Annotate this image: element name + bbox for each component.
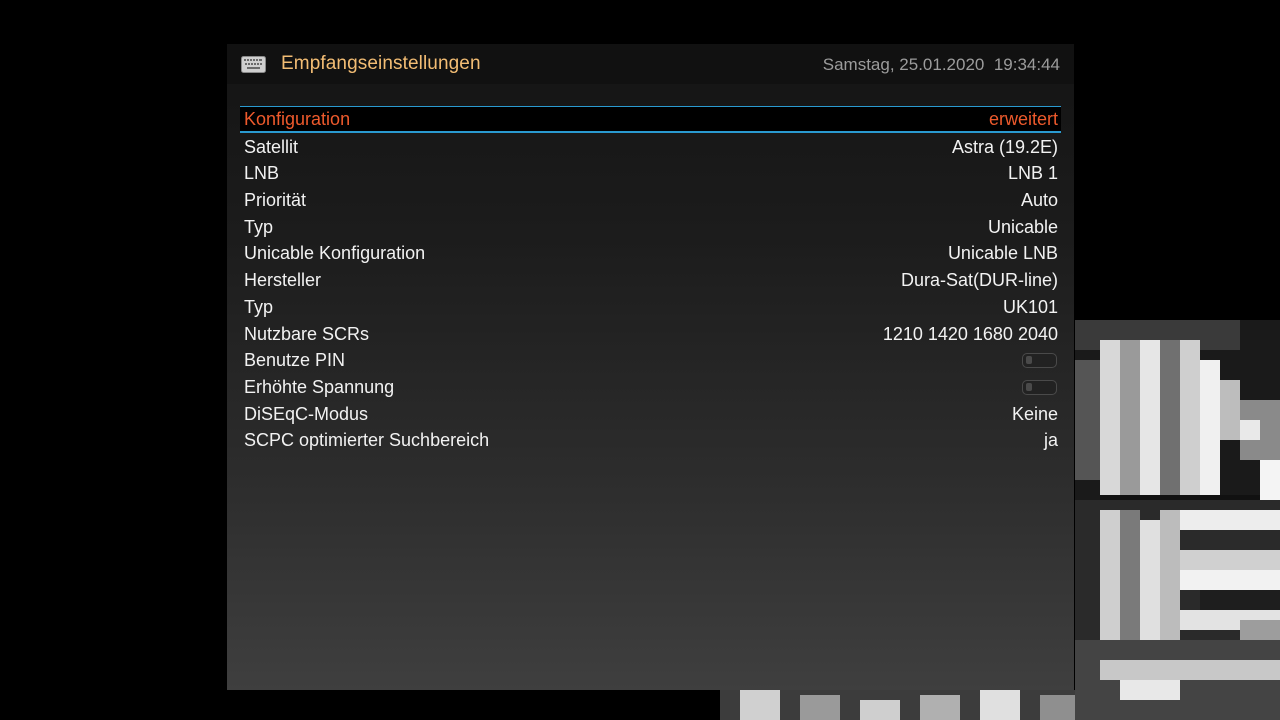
clock-datetime: Samstag, 25.01.2020 19:34:44 [822, 55, 1060, 74]
settings-row[interactable]: DiSEqC-Modus Keine [240, 401, 1061, 428]
tv-screen: Empfangseinstellungen Samstag, 25.01.202… [0, 0, 1280, 720]
setting-label: Priorität [244, 190, 307, 211]
setting-label: Erhöhte Spannung [244, 376, 395, 397]
setting-label: Typ [244, 296, 274, 317]
settings-window: Empfangseinstellungen Samstag, 25.01.202… [227, 44, 1074, 690]
setting-label: SCPC optimierter Suchbereich [244, 430, 490, 451]
settings-list: Konfiguration erweitert Satellit Astra (19.… [240, 106, 1061, 454]
toggle-switch[interactable] [1022, 379, 1057, 395]
window-title: Empfangseinstellungen [281, 53, 481, 74]
setting-value: Auto [1020, 190, 1058, 211]
setting-value: UK101 [1002, 296, 1058, 317]
title-bar: Empfangseinstellungen Samstag, 25.01.202… [227, 44, 1074, 84]
setting-label: Konfiguration [244, 109, 351, 129]
setting-value: Dura-Sat(DUR-line) [900, 270, 1058, 291]
settings-row[interactable]: Erhöhte Spannung [240, 374, 1061, 401]
setting-label: Hersteller [244, 270, 322, 291]
setting-value: Keine [1011, 403, 1058, 424]
settings-row[interactable]: Priorität Auto [240, 187, 1061, 214]
setting-value: Astra (19.2E) [951, 136, 1058, 157]
settings-row[interactable]: Benutze PIN [240, 347, 1061, 374]
settings-row[interactable]: LNB LNB 1 [240, 160, 1061, 187]
settings-row[interactable]: Hersteller Dura-Sat(DUR-line) [240, 267, 1061, 294]
setting-value: ja [1043, 430, 1058, 451]
toggle-switch[interactable] [1022, 353, 1057, 369]
setting-value: erweitert [988, 109, 1058, 129]
settings-row[interactable]: Typ UK101 [240, 294, 1061, 321]
settings-row[interactable]: Typ Unicable [240, 214, 1061, 241]
keyboard-icon [241, 56, 266, 73]
setting-value: LNB 1 [1007, 163, 1058, 184]
setting-label: Satellit [244, 136, 299, 157]
setting-label: Nutzbare SCRs [244, 323, 370, 344]
settings-row[interactable]: Konfiguration erweitert [240, 106, 1061, 133]
toggle-knob [1026, 382, 1032, 391]
setting-label: Typ [244, 216, 274, 237]
settings-row[interactable]: Unicable Konfiguration Unicable LNB [240, 240, 1061, 267]
settings-row[interactable]: Nutzbare SCRs 1210 1420 1680 2040 [240, 321, 1061, 348]
setting-value: Unicable LNB [947, 243, 1058, 264]
settings-row[interactable]: Satellit Astra (19.2E) [240, 134, 1061, 161]
setting-value: 1210 1420 1680 2040 [882, 323, 1058, 344]
setting-label: LNB [244, 163, 280, 184]
toggle-knob [1026, 356, 1032, 365]
setting-label: Benutze PIN [244, 350, 346, 371]
settings-row[interactable]: SCPC optimierter Suchbereich ja [240, 427, 1061, 454]
setting-label: DiSEqC-Modus [244, 403, 369, 424]
setting-label: Unicable Konfiguration [244, 243, 426, 264]
setting-value: Unicable [987, 216, 1058, 237]
